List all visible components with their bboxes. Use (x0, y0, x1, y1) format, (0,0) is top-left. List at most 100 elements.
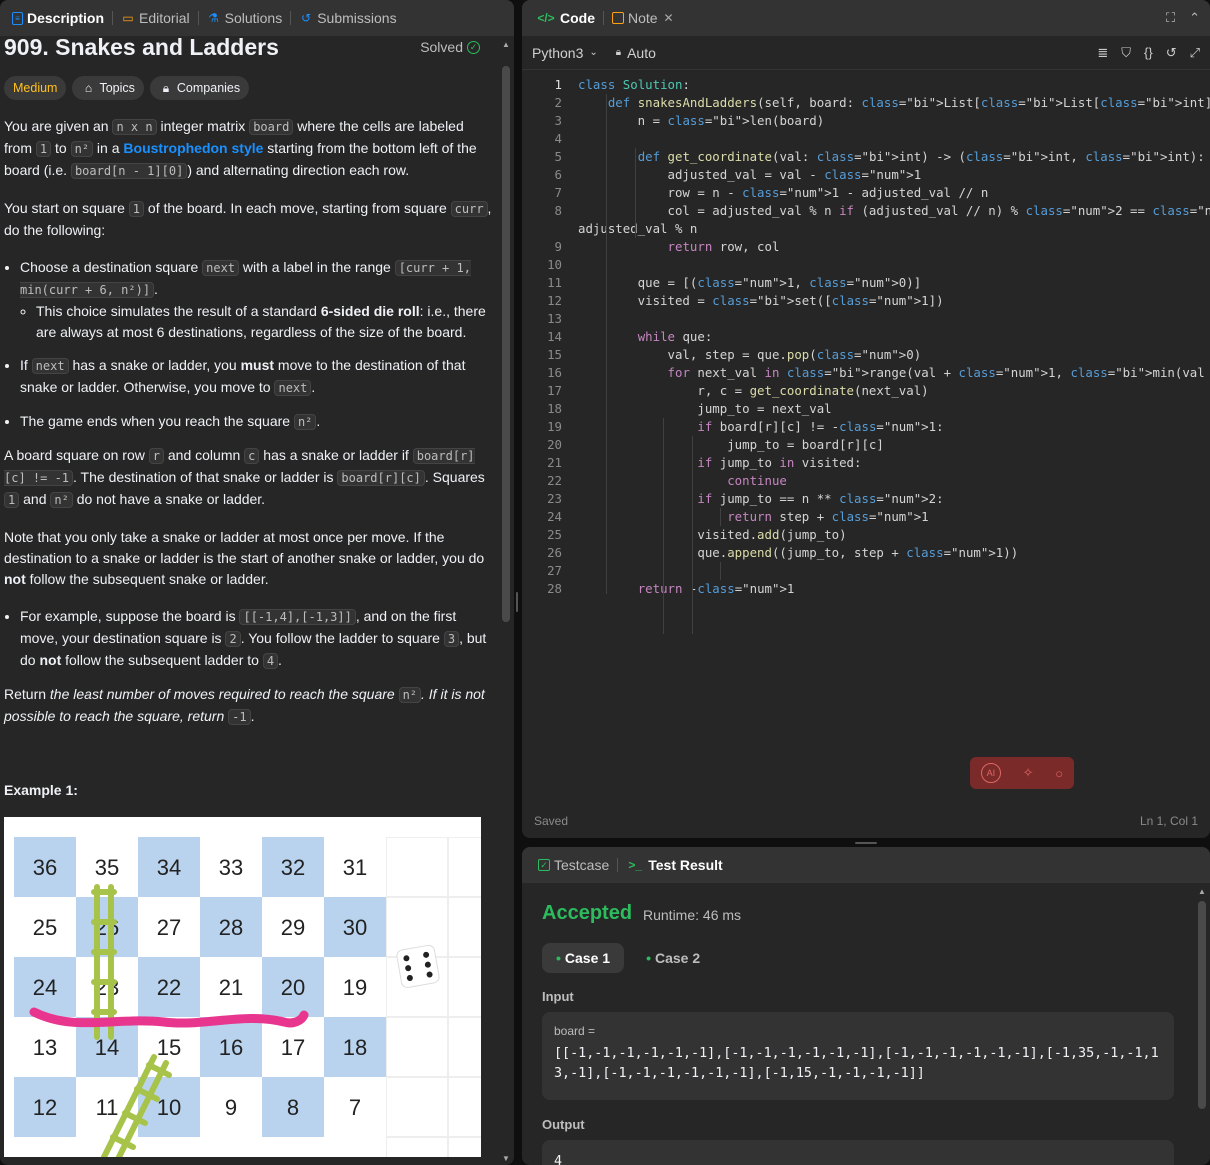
output-label: Output (542, 1117, 585, 1132)
case-1-tab[interactable]: • Case 1 (542, 943, 625, 973)
book-icon: ▭ (122, 11, 134, 25)
line-number: 6 (554, 167, 562, 182)
line-number: 27 (547, 563, 562, 578)
tag-icon: ⌂ (84, 81, 93, 95)
line-number: 25 (547, 527, 562, 542)
tab-note[interactable]: Note ✕ (604, 0, 684, 36)
ai-assist-toolbar[interactable]: AI ✧ ○ (970, 757, 1074, 789)
paragraph-2: You start on square 1 of the board. In e… (4, 200, 492, 238)
boustrophedon-link[interactable]: Boustrophedon style (123, 140, 263, 156)
editor-statusbar: Saved Ln 1, Col 1 (522, 804, 1210, 838)
code-text: que = [(class="num">1, class="num">0)] (578, 275, 922, 290)
code-text: n = class="bi">len(board) (578, 113, 825, 128)
tab-solutions[interactable]: ⚗ Solutions (199, 0, 291, 36)
code-line[interactable]: 6 adjusted_val = val - class="num">1 (522, 166, 1210, 184)
problem-title[interactable]: 909. Snakes and Ladders (4, 36, 279, 61)
code-text: if jump_to in visited: (697, 455, 862, 470)
line-number: 26 (547, 545, 562, 560)
mode-select[interactable]: 🔒︎ Auto (616, 45, 656, 61)
line-number: 19 (547, 419, 562, 434)
maximize-icon[interactable]: ⛶ (1166, 10, 1175, 26)
tab-description[interactable]: ≡ Description (4, 0, 112, 36)
line-number: 15 (547, 347, 562, 362)
code-line[interactable]: 28 return -class="num">1 (522, 580, 1210, 598)
code-line[interactable]: 20 jump_to = board[r][c] (522, 436, 1210, 454)
paragraph-5: Return the least number of moves require… (4, 686, 485, 725)
ladder-graphic (91, 884, 117, 1040)
braces-icon[interactable]: {} (1144, 45, 1153, 61)
code-text: adjusted_val % n (578, 221, 698, 236)
line-number: 28 (547, 581, 562, 596)
description-icon: ≡ (12, 11, 23, 25)
code-line[interactable]: 27 (522, 562, 1210, 580)
expand-icon[interactable]: ⤢ (1190, 45, 1200, 61)
tab-testcase[interactable]: ✓ Testcase (530, 847, 617, 883)
code-line[interactable]: 19 if board[r][c] != -class="num">1: (522, 418, 1210, 436)
bookmark-icon[interactable]: ⛉ (1121, 45, 1131, 61)
ai-icon[interactable]: AI (980, 763, 1001, 783)
language-select[interactable]: Python3 ⌄ (532, 45, 598, 61)
tab-editorial[interactable]: ▭ Editorial (113, 0, 198, 36)
tab-submissions[interactable]: ↺ Submissions (291, 0, 404, 36)
tab-code[interactable]: </> Code (528, 0, 603, 36)
case-tabs: • Case 1 • Case 2 (542, 943, 714, 973)
code-line[interactable]: 7 row = n - class="num">1 - adjusted_val… (522, 184, 1210, 202)
reset-icon[interactable]: ↺ (1166, 45, 1177, 61)
indent-guide (663, 418, 664, 634)
code-line[interactable]: 26 que.append((jump_to, step + class="nu… (522, 544, 1210, 562)
tab-test-result[interactable]: >_ Test Result (618, 847, 730, 883)
code-line[interactable]: 12 visited = class="bi">set([class="num"… (522, 292, 1210, 310)
code-line[interactable]: 25 visited.add(jump_to) (522, 526, 1210, 544)
list-item: The game ends when you reach the square … (20, 411, 494, 433)
line-number: 8 (554, 203, 562, 218)
code-editor[interactable]: 1 class Solution: 2 def snakesAndLadders(s… (522, 76, 1210, 798)
code-text: jump_to = board[r][c] (578, 437, 884, 452)
topics-button[interactable]: ⌂ Topics (72, 76, 144, 100)
code-line[interactable]: 18 jump_to = next_val (522, 400, 1210, 418)
code-line[interactable]: 13 (522, 310, 1210, 328)
code-line[interactable]: 16 for next_val in class="bi">range(val … (522, 364, 1210, 382)
code-line[interactable]: 2 def snakesAndLadders(self, board: clas… (522, 94, 1210, 112)
code-text: return row, col (667, 239, 780, 254)
code-text: if board[r][c] != -class="num">1: (697, 419, 944, 434)
code-line[interactable]: 10 (522, 256, 1210, 274)
code-line[interactable]: 15 val, step = que.pop(class="num">0) (522, 346, 1210, 364)
code-line[interactable]: 9 return row, col (522, 238, 1210, 256)
code-icon: </> (537, 11, 555, 25)
chevron-up-icon[interactable]: ⌃ (1189, 10, 1200, 26)
close-icon[interactable]: ✕ (662, 11, 676, 25)
input-label: Input (542, 989, 574, 1004)
output-box: 4 (542, 1140, 1174, 1165)
code-line[interactable]: 1 class Solution: (522, 76, 1210, 94)
search-icon[interactable]: ○ (1055, 766, 1063, 781)
code-line[interactable]: 3 n = class="bi">len(board) (522, 112, 1210, 130)
left-tabbar: ≡ Description ▭ Editorial ⚗ Solutions ↺ … (0, 0, 514, 36)
magic-wand-icon[interactable]: ✧ (1023, 765, 1034, 781)
code-line[interactable]: 22 continue (522, 472, 1210, 490)
code-line[interactable]: 23 if jump_to == n ** class="num">2: (522, 490, 1210, 508)
code-line[interactable]: 17 r, c = get_coordinate(next_val) (522, 382, 1210, 400)
code-line[interactable]: 14 while que: (522, 328, 1210, 346)
output-value: 4 (554, 1154, 563, 1165)
code-line[interactable]: adjusted_val % n (522, 220, 1210, 238)
line-number: 22 (547, 473, 562, 488)
companies-button[interactable]: 🔒︎ Companies (149, 76, 250, 100)
case-2-tab[interactable]: • Case 2 (632, 943, 714, 973)
horizontal-splitter[interactable] (855, 842, 877, 844)
code-line[interactable]: 5 def get_coordinate(val: class="bi">int… (522, 148, 1210, 166)
code-text: def snakesAndLadders(self, board: class=… (607, 95, 1210, 110)
splitter-handle[interactable] (516, 592, 518, 612)
format-icon[interactable]: ≣ (1097, 45, 1108, 61)
editor-toolbar: Python3 ⌄ 🔒︎ Auto ≣ ⛉ {} ↺ ⤢ (522, 36, 1210, 70)
result-scrollbar[interactable]: ▲ (1197, 887, 1207, 1165)
code-line[interactable]: 21 if jump_to in visited: (522, 454, 1210, 472)
code-line[interactable]: 24 return step + class="num">1 (522, 508, 1210, 526)
code-line[interactable]: 4 (522, 130, 1210, 148)
indent-guide (692, 436, 693, 634)
description-scrollbar[interactable]: ▲ ▼ (500, 36, 512, 1165)
indent-guide (720, 508, 721, 526)
code-line[interactable]: 8 col = adjusted_val % n if (adjusted_va… (522, 202, 1210, 220)
ladder-graphic-2 (101, 1054, 172, 1157)
code-line[interactable]: 11 que = [(class="num">1, class="num">0)… (522, 274, 1210, 292)
code-text: row = n - class="num">1 - adjusted_val /… (578, 185, 989, 200)
